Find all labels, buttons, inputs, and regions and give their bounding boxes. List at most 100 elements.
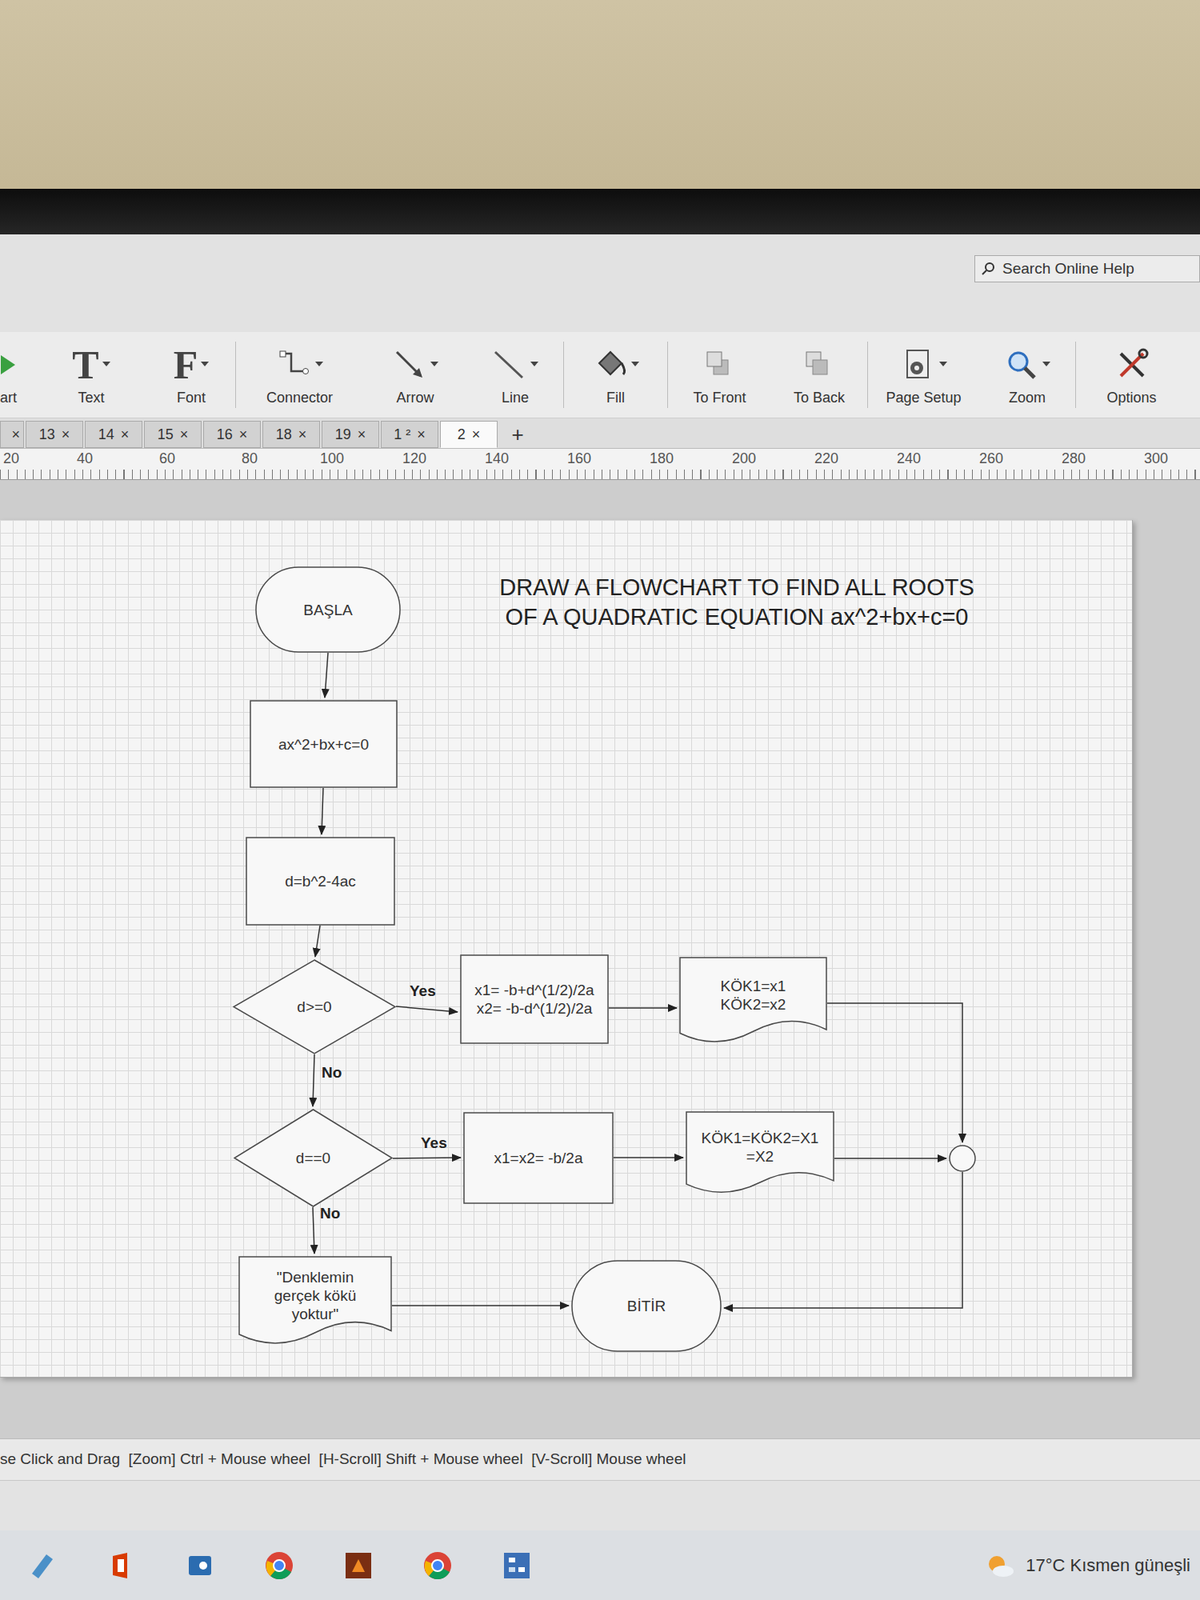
- edge[interactable]: [724, 1172, 963, 1308]
- edge[interactable]: [392, 1157, 461, 1159]
- node-text: KÖK1=KÖK2=X1: [701, 1128, 820, 1148]
- process-node[interactable]: ax^2+bx+c=0: [249, 700, 398, 788]
- dropdown-arrow-icon[interactable]: [315, 361, 324, 368]
- dropdown-arrow-icon[interactable]: [430, 361, 439, 368]
- file-app-icon[interactable]: [25, 1549, 58, 1582]
- ruler-number: 200: [732, 450, 756, 467]
- chrome-icon[interactable]: [421, 1549, 454, 1582]
- terminator-node[interactable]: BİTİR: [571, 1260, 722, 1352]
- edge[interactable]: [315, 925, 320, 957]
- edge[interactable]: [392, 1304, 569, 1307]
- edge[interactable]: [312, 1054, 315, 1107]
- document-node[interactable]: KÖK1=x1KÖK2=x2: [679, 956, 828, 1046]
- process-node[interactable]: x1=x2= -b/2a: [463, 1112, 614, 1204]
- toolbar-button[interactable]: FFont: [147, 341, 236, 408]
- tab-close[interactable]: ×: [472, 424, 481, 446]
- edge[interactable]: [321, 788, 324, 835]
- page-tab[interactable]: 1 ²×: [380, 420, 439, 448]
- tab-close[interactable]: ×: [61, 424, 71, 446]
- edge[interactable]: [827, 1003, 963, 1143]
- tab-close[interactable]: ×: [416, 424, 426, 446]
- toolbar-button[interactable]: Options: [1075, 341, 1188, 408]
- toolbar-button[interactable]: Connector: [235, 341, 364, 408]
- edge-label: Yes: [420, 1134, 448, 1152]
- edge[interactable]: [608, 1007, 677, 1009]
- edge[interactable]: [324, 652, 328, 698]
- page-tab[interactable]: 18×: [262, 420, 320, 448]
- process-node[interactable]: d=b^2-4ac: [245, 836, 396, 926]
- dropdown-arrow-icon[interactable]: [102, 361, 111, 368]
- to-back-icon: [801, 347, 837, 383]
- edge[interactable]: [613, 1156, 684, 1159]
- dropdown-arrow-icon[interactable]: [939, 361, 948, 368]
- toolbar-label: art: [0, 388, 17, 407]
- toolbar-button[interactable]: Line: [467, 341, 564, 408]
- add-tab-button[interactable]: +: [499, 420, 536, 448]
- page-tab[interactable]: 19×: [321, 420, 380, 448]
- taskbar-button[interactable]: [25, 1549, 58, 1582]
- taskbar-button[interactable]: [421, 1549, 454, 1582]
- dropdown-arrow-icon[interactable]: [200, 361, 209, 368]
- node-text: x2= -b-d^(1/2)/2a: [476, 999, 593, 1018]
- toolbar-button[interactable]: To Front: [667, 341, 772, 408]
- node-text: KÖK1=x1: [720, 976, 787, 996]
- page-tab[interactable]: 14×: [84, 420, 143, 448]
- photos-icon[interactable]: [184, 1549, 216, 1582]
- chrome-icon[interactable]: [263, 1549, 296, 1582]
- page-tab[interactable]: 2×: [440, 420, 498, 448]
- decision-node[interactable]: d==0: [233, 1108, 393, 1208]
- tab-close[interactable]: ×: [120, 424, 130, 446]
- toolbar-button[interactable]: Arrow: [363, 341, 468, 408]
- edge[interactable]: [834, 1157, 947, 1160]
- node-text: d=b^2-4ac: [284, 872, 356, 891]
- page-tab[interactable]: ×: [0, 420, 24, 448]
- taskbar-button[interactable]: [263, 1549, 296, 1582]
- toolbar-label: To Back: [793, 388, 845, 407]
- toolbar-button[interactable]: TText: [35, 341, 148, 408]
- toolbar-button[interactable]: Fill: [563, 341, 668, 408]
- search-box[interactable]: Search Online Help: [974, 255, 1200, 283]
- toolbar-button[interactable]: Zoom: [979, 341, 1076, 408]
- ruler-number: 180: [649, 450, 674, 467]
- page-tabs: ×13×14×15×16×18×19×1 ²×2×+: [0, 418, 1200, 449]
- dropdown-arrow-icon[interactable]: [631, 361, 640, 368]
- document-node[interactable]: "Denklemingerçek köküyoktur": [238, 1256, 392, 1348]
- tab-close[interactable]: ×: [239, 424, 248, 446]
- dropdown-arrow-icon[interactable]: [530, 361, 539, 368]
- tab-close[interactable]: ×: [298, 424, 308, 446]
- toolbar-label: Fill: [606, 388, 625, 407]
- process-node[interactable]: x1= -b+d^(1/2)/2ax2= -b-d^(1/2)/2a: [460, 954, 609, 1044]
- page-tab[interactable]: 15×: [144, 420, 202, 448]
- to-front-icon: [702, 347, 738, 383]
- toolbar-label: Line: [501, 388, 529, 407]
- node-text: x1= -b+d^(1/2)/2a: [474, 980, 594, 1000]
- connector-node[interactable]: [948, 1144, 976, 1172]
- toolbar-label: Page Setup: [885, 388, 961, 407]
- weather-widget[interactable]: 17°C Kısmen güneşli: [984, 1549, 1194, 1582]
- tool-glyph-icon: F: [173, 344, 199, 385]
- edge[interactable]: [396, 1006, 458, 1012]
- toolbar-button[interactable]: Page Setup: [867, 341, 980, 408]
- terminator-node[interactable]: BAŞLA: [255, 566, 401, 653]
- toolbar-label: Text: [77, 388, 104, 407]
- office-icon[interactable]: [104, 1549, 137, 1582]
- toolbar-button[interactable]: To Back: [771, 341, 868, 408]
- document-node[interactable]: KÖK1=KÖK2=X1=X2: [685, 1111, 835, 1196]
- ruler: 2040608010012014016018020022024026028030…: [0, 448, 1200, 480]
- window-bottom: [0, 1480, 1200, 1531]
- tab-close[interactable]: ×: [357, 424, 367, 446]
- page-tab[interactable]: 13×: [25, 420, 84, 448]
- taskbar-button[interactable]: [500, 1549, 533, 1582]
- dropdown-arrow-icon[interactable]: [1042, 361, 1051, 368]
- decision-node[interactable]: d>=0: [232, 959, 396, 1055]
- taskbar-button[interactable]: [342, 1549, 375, 1582]
- app-icon[interactable]: [342, 1549, 375, 1582]
- taskbar-button[interactable]: [104, 1549, 137, 1582]
- edge[interactable]: [312, 1207, 315, 1254]
- taskbar-button[interactable]: [184, 1549, 216, 1582]
- toolbar-button[interactable]: art: [0, 341, 36, 408]
- diagram-app-icon[interactable]: [500, 1549, 533, 1582]
- node-text: "Denklemin: [276, 1268, 355, 1287]
- tab-close[interactable]: ×: [180, 424, 189, 446]
- page-tab[interactable]: 16×: [203, 420, 261, 448]
